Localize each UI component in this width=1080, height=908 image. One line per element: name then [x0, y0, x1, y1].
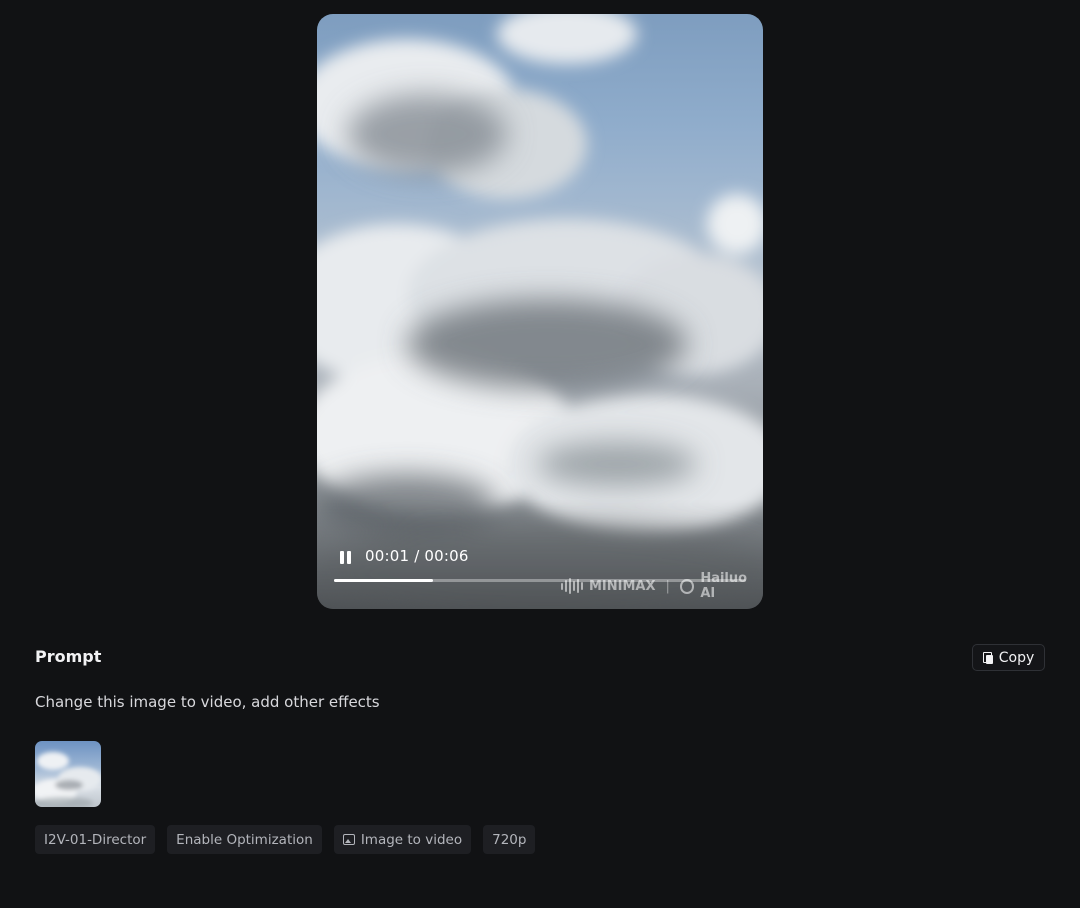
generation-tags: I2V-01-Director Enable Optimization Imag… — [35, 825, 536, 854]
copy-icon — [982, 651, 994, 664]
watermark-product: Hailuo AI — [700, 571, 748, 601]
prompt-text: Change this image to video, add other ef… — [35, 693, 380, 711]
progress-fill — [334, 579, 433, 582]
tag-mode: Image to video — [333, 825, 472, 854]
tag-optimization: Enable Optimization — [167, 825, 322, 854]
minimax-wave-icon — [561, 578, 583, 594]
copy-button-label: Copy — [998, 649, 1035, 666]
tag-optimization-label: Enable Optimization — [176, 831, 313, 848]
prompt-title: Prompt — [35, 647, 102, 666]
hailuo-logo-icon — [679, 578, 695, 594]
source-image-thumbnail[interactable] — [35, 741, 101, 807]
watermark-separator: | — [665, 578, 670, 594]
thumbnail-clouds — [35, 752, 101, 807]
tag-mode-label: Image to video — [360, 831, 463, 848]
image-icon — [342, 834, 355, 845]
playback-time: 00:01 / 00:06 — [365, 547, 469, 565]
copy-button[interactable]: Copy — [972, 644, 1045, 671]
pause-icon[interactable] — [337, 549, 353, 567]
tag-resolution-label: 720p — [492, 831, 527, 848]
watermark: MINIMAX | Hailuo AI — [561, 571, 763, 601]
video-player[interactable]: 00:01 / 00:06 MINIMAX | Hailuo AI — [317, 14, 763, 609]
watermark-brand: MINIMAX — [589, 578, 656, 594]
tag-model-label: I2V-01-Director — [44, 831, 147, 848]
tag-resolution: 720p — [483, 825, 536, 854]
tag-model: I2V-01-Director — [35, 825, 156, 854]
